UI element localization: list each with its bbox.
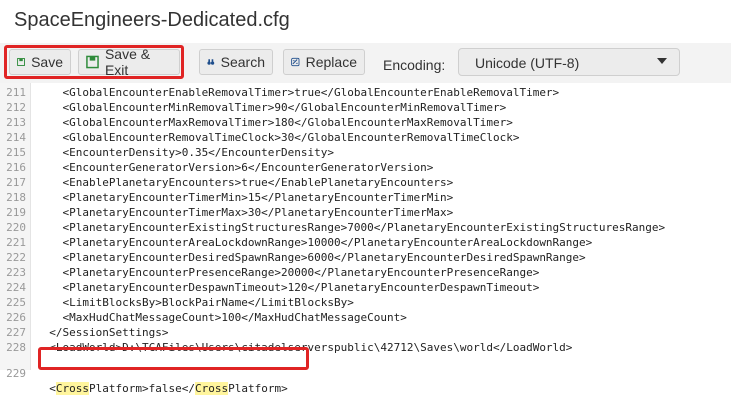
code-text: <GlobalEncounterMinRemovalTimer>90</Glob… bbox=[36, 101, 507, 114]
binoculars-icon bbox=[207, 59, 215, 65]
search-match: Cross bbox=[194, 382, 229, 395]
code-editor[interactable]: 211 <GlobalEncounterEnableRemovalTimer>t… bbox=[0, 83, 731, 395]
line-number: 222 bbox=[6, 251, 26, 264]
code-text: <MaxHudChatMessageCount>100</MaxHudChatM… bbox=[36, 311, 407, 324]
replace-icon bbox=[291, 57, 300, 67]
search-label: Search bbox=[220, 54, 265, 70]
code-line[interactable]: 225 <LimitBlocksBy>BlockPairName</LimitB… bbox=[0, 295, 731, 310]
code-text: <EncounterGeneratorVersion>6</EncounterG… bbox=[36, 161, 434, 174]
save-buttons-highlight bbox=[4, 45, 184, 79]
crossplatform-line-highlight bbox=[38, 347, 309, 370]
code-text: <PlanetaryEncounterTimerMin>15</Planetar… bbox=[36, 191, 454, 204]
code-text: <PlanetaryEncounterAreaLockdownRange>100… bbox=[36, 236, 593, 249]
code-text: <EnablePlanetaryEncounters>true</EnableP… bbox=[36, 176, 454, 189]
code-line[interactable]: 226 <MaxHudChatMessageCount>100</MaxHudC… bbox=[0, 310, 731, 325]
line-number: 217 bbox=[6, 176, 26, 189]
code-line[interactable]: 215 <EncounterDensity>0.35</EncounterDen… bbox=[0, 145, 731, 160]
toolbar: Save Save & Exit Search Replace Encoding… bbox=[0, 43, 731, 84]
encoding-value: Unicode (UTF-8) bbox=[475, 55, 580, 71]
replace-button[interactable]: Replace bbox=[283, 49, 365, 75]
window-title: SpaceEngineers-Dedicated.cfg bbox=[14, 9, 290, 31]
line-number: 227 bbox=[6, 326, 26, 339]
code-line[interactable]: 213 <GlobalEncounterMaxRemovalTimer>180<… bbox=[0, 115, 731, 130]
code-line[interactable]: 217 <EnablePlanetaryEncounters>true</Ena… bbox=[0, 175, 731, 190]
line-number: 215 bbox=[6, 146, 26, 159]
code-line[interactable]: 216 <EncounterGeneratorVersion>6</Encoun… bbox=[0, 160, 731, 175]
search-button[interactable]: Search bbox=[199, 49, 273, 75]
code-text: <PlanetaryEncounterDesiredSpawnRange>600… bbox=[36, 251, 586, 264]
code-text: <LimitBlocksBy>BlockPairName</LimitBlock… bbox=[36, 296, 354, 309]
line-number: 216 bbox=[6, 161, 26, 174]
code-line[interactable]: 219 <PlanetaryEncounterTimerMax>30</Plan… bbox=[0, 205, 731, 220]
line-number: 214 bbox=[6, 131, 26, 144]
line-number: 229 bbox=[6, 367, 26, 380]
line-number: 221 bbox=[6, 236, 26, 249]
line-number: 226 bbox=[6, 311, 26, 324]
code-text: <CrossPlatform>false</CrossPlatform> bbox=[49, 382, 288, 395]
code-text: <PlanetaryEncounterTimerMax>30</Planetar… bbox=[36, 206, 454, 219]
line-number: 218 bbox=[6, 191, 26, 204]
code-text: <GlobalEncounterMaxRemovalTimer>180</Glo… bbox=[36, 116, 513, 129]
encoding-label: Encoding: bbox=[383, 57, 446, 73]
code-text: </SessionSettings> bbox=[36, 326, 169, 339]
code-text: <PlanetaryEncounterDespawnTimeout>120</P… bbox=[36, 281, 540, 294]
code-text: <EncounterDensity>0.35</EncounterDensity… bbox=[36, 146, 335, 159]
line-number: 211 bbox=[6, 86, 26, 99]
replace-label: Replace bbox=[305, 54, 357, 70]
code-line[interactable]: 227 </SessionSettings> bbox=[0, 325, 731, 340]
code-text: <GlobalEncounterRemovalTimeClock>30</Glo… bbox=[36, 131, 520, 144]
code-text: <GlobalEncounterEnableRemovalTimer>true<… bbox=[36, 86, 560, 99]
code-text: <PlanetaryEncounterPresenceRange>20000</… bbox=[36, 266, 540, 279]
line-number: 220 bbox=[6, 221, 26, 234]
code-line[interactable]: 214 <GlobalEncounterRemovalTimeClock>30<… bbox=[0, 130, 731, 145]
line-number: 225 bbox=[6, 296, 26, 309]
search-match: Cross bbox=[55, 382, 89, 395]
encoding-select[interactable]: Unicode (UTF-8) bbox=[458, 48, 680, 76]
line-number: 212 bbox=[6, 101, 26, 114]
line-number: 224 bbox=[6, 281, 26, 294]
chevron-down-icon bbox=[657, 58, 667, 64]
code-line[interactable]: 222 <PlanetaryEncounterDesiredSpawnRange… bbox=[0, 250, 731, 265]
line-number: 213 bbox=[6, 116, 26, 129]
code-line[interactable]: 221 <PlanetaryEncounterAreaLockdownRange… bbox=[0, 235, 731, 250]
code-line[interactable]: 218 <PlanetaryEncounterTimerMin>15</Plan… bbox=[0, 190, 731, 205]
code-line[interactable]: 212 <GlobalEncounterMinRemovalTimer>90</… bbox=[0, 100, 731, 115]
code-line[interactable]: 211 <GlobalEncounterEnableRemovalTimer>t… bbox=[0, 85, 731, 100]
line-number: 223 bbox=[6, 266, 26, 279]
code-text: <PlanetaryEncounterExistingStructuresRan… bbox=[36, 221, 666, 234]
code-line[interactable]: 224 <PlanetaryEncounterDespawnTimeout>12… bbox=[0, 280, 731, 295]
code-line[interactable]: 223 <PlanetaryEncounterPresenceRange>200… bbox=[0, 265, 731, 280]
line-number: 219 bbox=[6, 206, 26, 219]
code-line[interactable]: 220 <PlanetaryEncounterExistingStructure… bbox=[0, 220, 731, 235]
